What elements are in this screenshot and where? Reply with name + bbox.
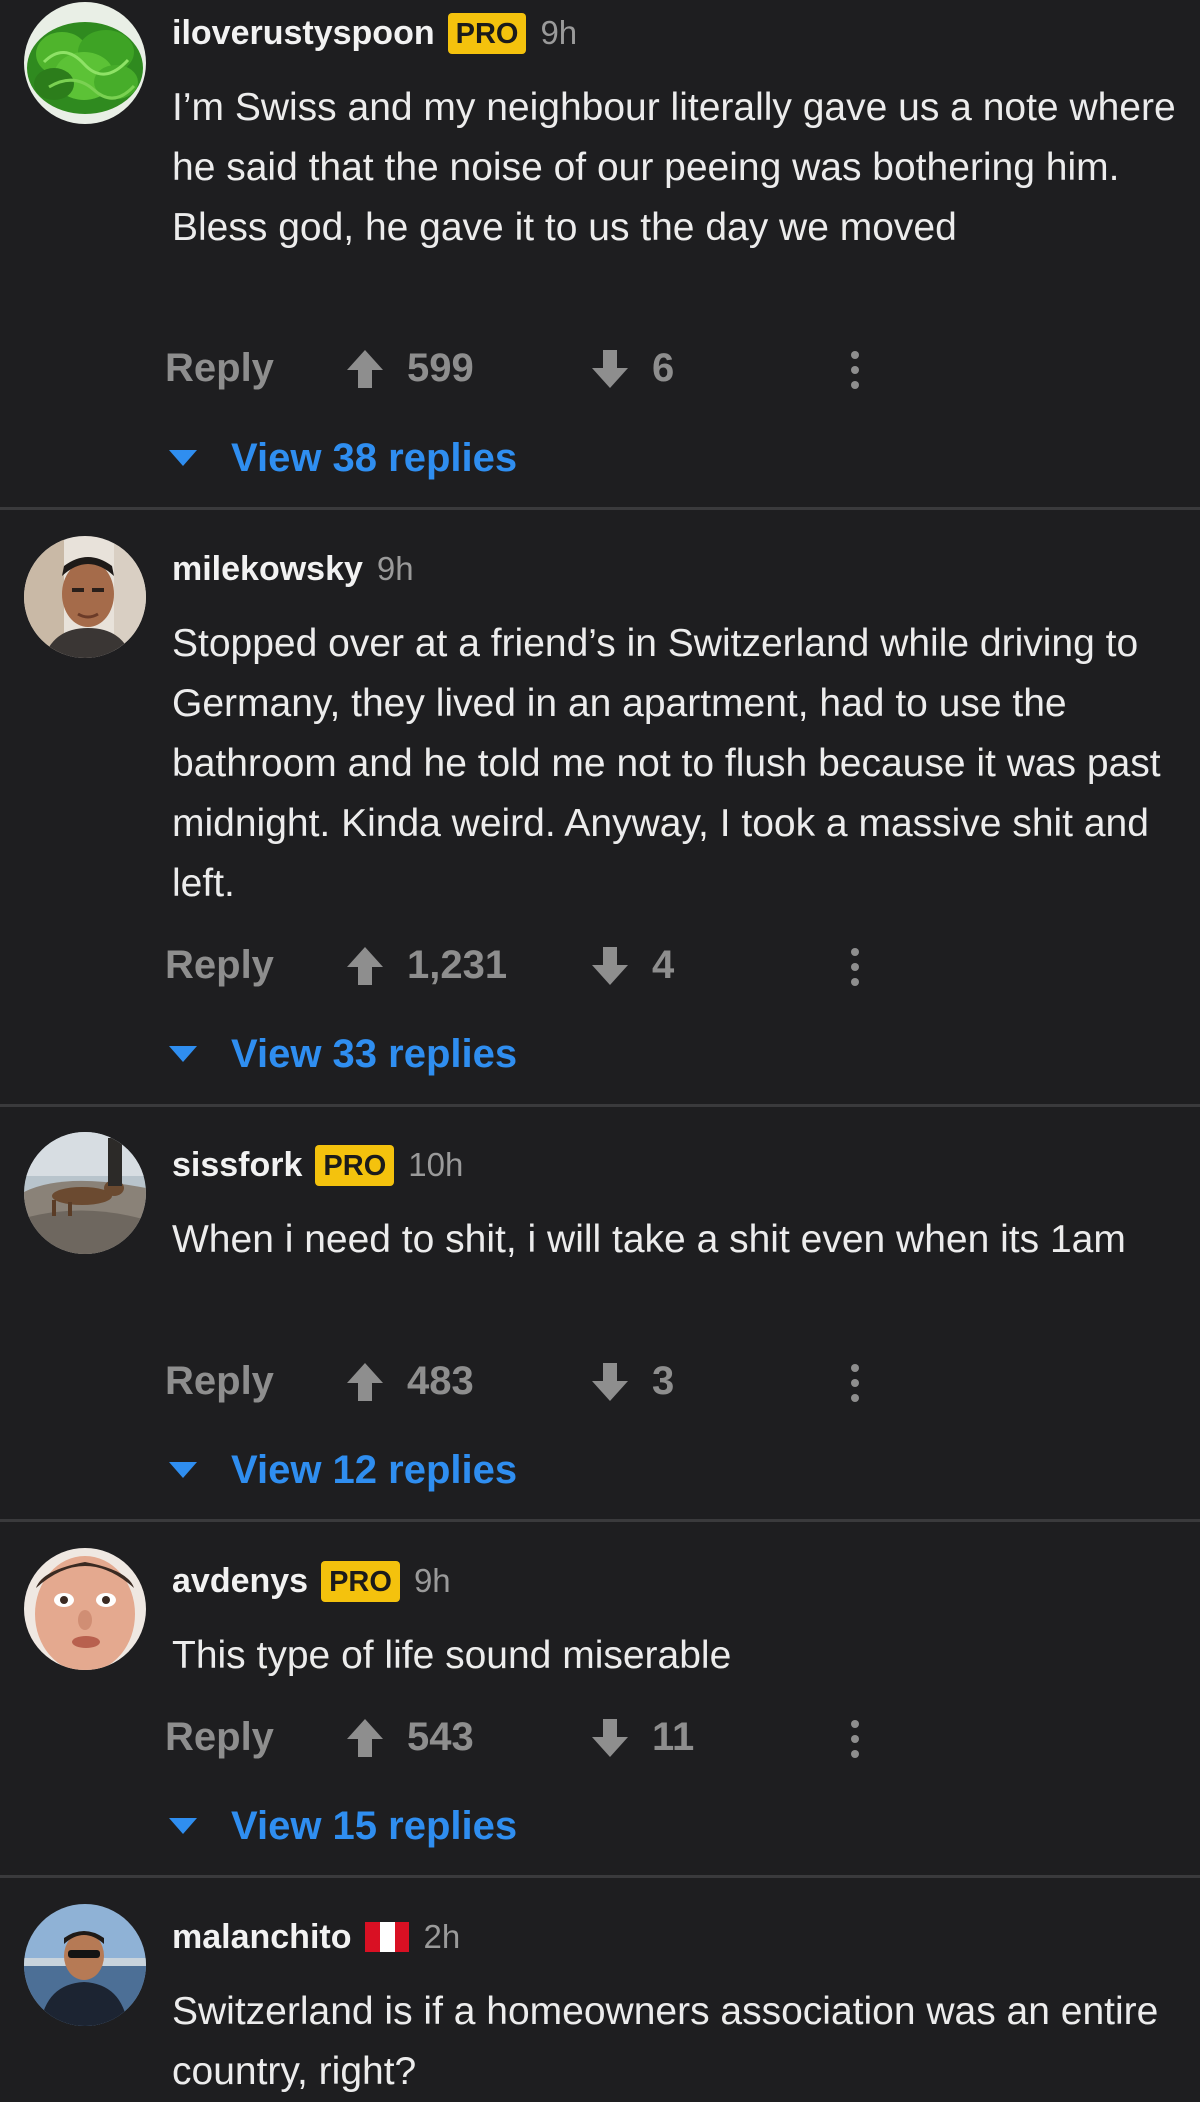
comment-actions: Reply 543 11 bbox=[165, 1709, 885, 1769]
upvote-count: 543 bbox=[407, 1715, 474, 1759]
comment-header: malanchito 2h bbox=[172, 1912, 460, 1962]
triangle-down-icon bbox=[169, 1818, 197, 1834]
divider bbox=[0, 1519, 1200, 1522]
comment-text: This type of life sound miserable bbox=[172, 1634, 732, 1677]
reply-button[interactable]: Reply bbox=[165, 943, 274, 988]
username[interactable]: avdenys bbox=[172, 1562, 308, 1601]
avatar[interactable] bbox=[24, 1904, 146, 2026]
peru-flag-icon bbox=[365, 1922, 410, 1952]
triangle-down-icon bbox=[169, 1046, 197, 1062]
avatar[interactable] bbox=[24, 2, 146, 124]
arrow-up-icon bbox=[347, 946, 383, 985]
man-harbor-avatar-image bbox=[24, 1904, 146, 2026]
view-replies-label: View 38 replies bbox=[231, 435, 518, 480]
timestamp: 10h bbox=[408, 1146, 464, 1183]
comment-header: iloverustyspoon PRO 9h bbox=[172, 8, 577, 58]
view-replies-link[interactable]: View 38 replies bbox=[167, 430, 517, 486]
username[interactable]: milekowsky bbox=[172, 550, 363, 589]
divider bbox=[0, 1875, 1200, 1878]
comment-header: milekowsky 9h bbox=[172, 544, 414, 594]
upvote-count: 483 bbox=[407, 1359, 474, 1403]
downvote-count: 3 bbox=[652, 1359, 675, 1403]
arrow-down-icon bbox=[592, 1718, 628, 1757]
view-replies-label: View 33 replies bbox=[231, 1031, 518, 1076]
upvote-button[interactable]: 599 bbox=[345, 346, 474, 391]
pro-badge: PRO bbox=[447, 12, 527, 54]
animal-on-rock-avatar-image bbox=[24, 1132, 146, 1254]
arrow-up-icon bbox=[347, 1718, 383, 1757]
timestamp: 9h bbox=[540, 14, 578, 51]
comment-text: When i need to shit, i will take a shit … bbox=[172, 1218, 1126, 1261]
downvote-count: 6 bbox=[652, 346, 675, 390]
comment-actions: Reply 599 6 bbox=[165, 340, 885, 400]
view-replies-link[interactable]: View 12 replies bbox=[167, 1442, 517, 1498]
view-replies-label: View 15 replies bbox=[231, 1803, 518, 1848]
vertical-ellipsis-icon[interactable] bbox=[849, 1719, 861, 1759]
username[interactable]: iloverustyspoon bbox=[172, 14, 435, 53]
view-replies-link[interactable]: View 15 replies bbox=[167, 1798, 517, 1854]
vertical-ellipsis-icon[interactable] bbox=[849, 1363, 861, 1403]
comment-actions: Reply 1,231 4 bbox=[165, 937, 885, 997]
avatar[interactable] bbox=[24, 1132, 146, 1254]
comment-actions: Reply 483 3 bbox=[165, 1353, 885, 1413]
view-replies-link[interactable]: View 33 replies bbox=[167, 1026, 517, 1082]
face-closeup-avatar-image bbox=[24, 1548, 146, 1670]
reply-button[interactable]: Reply bbox=[165, 1359, 274, 1404]
comment-text: Stopped over at a friend’s in Switzerlan… bbox=[172, 622, 1161, 905]
timestamp: 9h bbox=[413, 1562, 451, 1599]
comment-text: Switzerland is if a homeowners associati… bbox=[172, 1990, 1159, 2093]
avatar[interactable] bbox=[24, 536, 146, 658]
upvote-count: 599 bbox=[407, 346, 474, 390]
username[interactable]: malanchito bbox=[172, 1918, 351, 1957]
arrow-up-icon bbox=[347, 349, 383, 388]
downvote-count: 4 bbox=[652, 943, 675, 987]
divider bbox=[0, 507, 1200, 510]
divider bbox=[0, 1104, 1200, 1107]
username[interactable]: sissfork bbox=[172, 1146, 302, 1185]
timestamp: 9h bbox=[376, 550, 414, 587]
upvote-button[interactable]: 543 bbox=[345, 1715, 474, 1760]
pro-badge: PRO bbox=[321, 1560, 400, 1602]
triangle-down-icon bbox=[169, 1462, 197, 1478]
vertical-ellipsis-icon[interactable] bbox=[849, 947, 861, 987]
downvote-button[interactable]: 4 bbox=[590, 943, 674, 988]
comment-header: sissfork PRO 10h bbox=[172, 1140, 463, 1190]
reply-button[interactable]: Reply bbox=[165, 1715, 274, 1760]
upvote-button[interactable]: 483 bbox=[345, 1359, 474, 1404]
view-replies-label: View 12 replies bbox=[231, 1447, 518, 1492]
arrow-up-icon bbox=[347, 1362, 383, 1401]
comment-text: I’m Swiss and my neighbour literally gav… bbox=[172, 86, 1176, 249]
timestamp: 2h bbox=[423, 1918, 461, 1955]
lettuce-avatar-image bbox=[24, 2, 146, 124]
triangle-down-icon bbox=[169, 450, 197, 466]
arrow-down-icon bbox=[592, 1362, 628, 1401]
downvote-button[interactable]: 11 bbox=[590, 1715, 694, 1760]
avatar[interactable] bbox=[24, 1548, 146, 1670]
upvote-button[interactable]: 1,231 bbox=[345, 943, 507, 988]
upvote-count: 1,231 bbox=[407, 943, 508, 987]
downvote-count: 11 bbox=[652, 1715, 695, 1759]
reply-button[interactable]: Reply bbox=[165, 346, 274, 391]
pro-badge: PRO bbox=[315, 1144, 395, 1186]
downvote-button[interactable]: 6 bbox=[590, 346, 674, 391]
comment-header: avdenys PRO 9h bbox=[172, 1556, 451, 1606]
downvote-button[interactable]: 3 bbox=[590, 1359, 674, 1404]
man-portrait-avatar-image bbox=[24, 536, 146, 658]
vertical-ellipsis-icon[interactable] bbox=[849, 350, 861, 390]
arrow-down-icon bbox=[592, 349, 628, 388]
arrow-down-icon bbox=[592, 946, 628, 985]
